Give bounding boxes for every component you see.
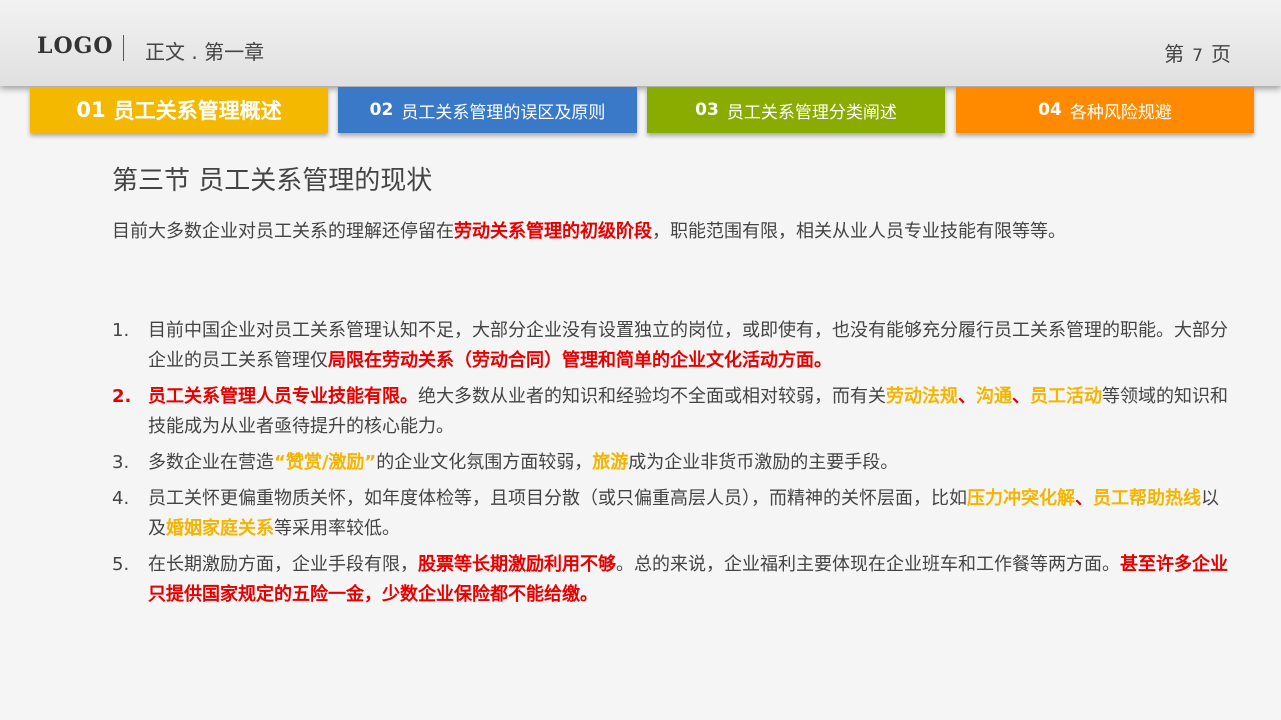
- section-tabs: 01 员工关系管理概述 02 员工关系管理的误区及原则 03 员工关系管理分类阐述 0…: [30, 87, 1254, 133]
- item-number: 2.: [112, 386, 132, 407]
- tab-number: 01: [76, 98, 106, 122]
- item-text: 的企业文化氛围方面较弱，: [376, 452, 593, 473]
- item-separator: 、: [1075, 488, 1093, 509]
- page-number: 第7页: [1164, 38, 1231, 67]
- tab-03[interactable]: 03 员工关系管理分类阐述: [647, 87, 945, 133]
- tab-01[interactable]: 01 员工关系管理概述: [30, 87, 328, 133]
- chapter-title: 正文 . 第一章: [145, 40, 265, 64]
- tab-label: 各种风险规避: [1069, 102, 1172, 123]
- section-title: 第三节 员工关系管理的现状: [112, 166, 433, 196]
- tab-number: 03: [695, 100, 719, 120]
- item-text: 员工关怀更偏重物质关怀，如年度体检等，且项目分散（或只偏重高层人员），而精神的关…: [148, 488, 967, 509]
- item-number: 3.: [112, 452, 130, 473]
- page-suffix: 页: [1211, 42, 1231, 66]
- item-keyword: 旅游: [592, 452, 629, 473]
- item-separator: 、: [958, 386, 976, 407]
- header-bar: LOGO 正文 . 第一章 第7页: [0, 0, 1281, 86]
- item-keyword: 员工活动: [1030, 386, 1102, 407]
- logo-divider: [123, 35, 124, 61]
- item-keyword: 员工帮助热线: [1093, 488, 1201, 509]
- list-item: 3. 多数企业在营造“赞赏/激励”的企业文化氛围方面较弱，旅游成为企业非货币激励的…: [112, 448, 1232, 478]
- item-keyword: “赞赏/激励”: [274, 452, 377, 473]
- item-number: 1.: [112, 320, 130, 341]
- tab-02[interactable]: 02 员工关系管理的误区及原则: [338, 87, 637, 133]
- intro-paragraph: 目前大多数企业对员工关系的理解还停留在劳动关系管理的初级阶段，职能范围有限，相关…: [112, 217, 1066, 243]
- page-number-value: 7: [1192, 46, 1203, 66]
- item-keyword: 婚姻家庭关系: [166, 518, 274, 539]
- item-number: 4.: [112, 488, 130, 509]
- item-keyword: 压力冲突化解: [967, 488, 1075, 509]
- tab-number: 04: [1038, 100, 1062, 120]
- list-item: 2. 员工关系管理人员专业技能有限。绝大多数从业者的知识和经验均不全面或相对较弱，…: [112, 382, 1232, 442]
- item-highlight: 局限在劳动关系（劳动合同）管理和简单的企业文化活动方面。: [328, 350, 832, 371]
- tab-label: 员工关系管理概述: [113, 99, 282, 123]
- item-text: 。总的来说，企业福利主要体现在企业班车和工作餐等两方面。: [616, 554, 1120, 575]
- logo: LOGO: [37, 33, 114, 59]
- list-item: 1. 目前中国企业对员工关系管理认知不足，大部分企业没有设置独立的岗位，或即使有，…: [112, 316, 1232, 376]
- tab-number: 02: [369, 100, 394, 120]
- item-text: 等采用率较低。: [274, 518, 400, 539]
- intro-highlight: 劳动关系管理的初级阶段: [454, 221, 652, 242]
- intro-text: 目前大多数企业对员工关系的理解还停留在: [112, 221, 454, 242]
- item-highlight: 股票等长期激励利用不够: [418, 554, 616, 575]
- item-keyword: 劳动法规: [886, 386, 958, 407]
- list-item: 5. 在长期激励方面，企业手段有限，股票等长期激励利用不够。总的来说，企业福利主要…: [112, 550, 1232, 610]
- tab-label: 员工关系管理的误区及原则: [401, 102, 606, 123]
- tab-label: 员工关系管理分类阐述: [726, 102, 897, 123]
- item-text: 在长期激励方面，企业手段有限，: [148, 554, 418, 575]
- item-text: 多数企业在营造: [148, 452, 274, 473]
- tab-04[interactable]: 04 各种风险规避: [956, 87, 1254, 133]
- status-list: 1. 目前中国企业对员工关系管理认知不足，大部分企业没有设置独立的岗位，或即使有，…: [112, 316, 1232, 616]
- item-keyword: 沟通: [976, 386, 1012, 407]
- page-prefix: 第: [1164, 42, 1185, 66]
- item-text: 绝大多数从业者的知识和经验均不全面或相对较弱，而有关: [418, 386, 886, 407]
- item-text: 成为企业非货币激励的主要手段。: [628, 452, 899, 473]
- item-number: 5.: [112, 554, 130, 575]
- item-separator: 、: [1012, 386, 1030, 407]
- item-highlight: 员工关系管理人员专业技能有限。: [148, 386, 418, 407]
- list-item: 4. 员工关怀更偏重物质关怀，如年度体检等，且项目分散（或只偏重高层人员），而精神…: [112, 484, 1232, 544]
- intro-text: ，职能范围有限，相关从业人员专业技能有限等等。: [652, 221, 1066, 242]
